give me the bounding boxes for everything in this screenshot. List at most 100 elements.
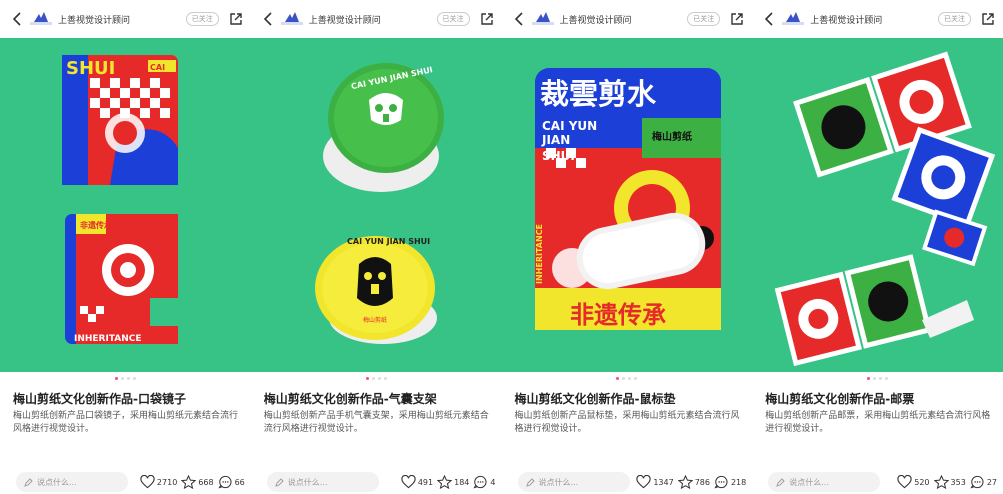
account-name[interactable]: 上善视觉设计顾问 [810,13,932,26]
image-pager [752,377,1003,381]
star-icon [677,475,693,489]
back-icon[interactable] [512,12,526,26]
image-pager [0,377,251,381]
post-image-phone-grip[interactable]: CAI YUN JIAN SHUI CAI YUN JIAN SHUI 梅山剪纸 [250,38,502,372]
bottom-bar: 说点什么... 491 184 4 [251,470,502,494]
comment-count: 218 [730,477,747,487]
pager-dot [622,377,626,380]
comment-input[interactable]: 说点什么... [517,472,630,492]
pager-dot [126,377,130,380]
comment-count: 4 [490,477,496,487]
mirror-text-inheritance: INHERITANCE [74,334,142,344]
like-count: 520 [914,477,930,487]
post-title: 梅山剪纸文化创新作品-鼠标垫 [514,392,676,406]
like-button[interactable]: 2710 [140,475,177,489]
share-icon[interactable] [981,12,995,26]
comment-count: 27 [986,477,997,487]
mirror-text-shui: SHUI [66,58,115,79]
comment-placeholder: 说点什么... [789,477,829,487]
engagement-stats: 491 184 4 [401,475,496,489]
post-description: 梅山剪纸创新产品手机气囊支架，采用梅山剪纸元素结合流行风格进行视觉设计。 [263,411,489,434]
post-title: 梅山剪纸文化创新作品-气囊支架 [263,392,437,406]
account-logo-icon[interactable] [531,11,554,27]
pencil-icon [776,477,785,487]
share-icon[interactable] [480,12,494,26]
pencil-icon [24,477,33,487]
comment-button[interactable]: 218 [714,475,746,489]
pager-dot [628,377,632,380]
account-logo-icon[interactable] [30,11,52,27]
follow-button[interactable]: 已关注 [687,12,721,26]
comment-bubble-icon [473,475,487,489]
account-name[interactable]: 上善视觉设计顾问 [58,13,180,26]
post-panel-phone-grip: 上善视觉设计顾问 已关注 CAI YUN JIAN SHUI CAI YUN J… [250,0,502,494]
collect-button[interactable]: 786 [677,475,710,489]
post-strip: 上善视觉设计顾问 已关注 SHUI CAI INHERITANCE 非遗传承 梅… [0,0,1003,494]
post-description: 梅山剪纸创新产品邮票，采用梅山剪纸元素结合流行风格进行视觉设计。 [765,411,991,434]
engagement-stats: 2710 668 66 [140,475,245,489]
collect-button[interactable]: 668 [181,475,214,489]
heart-icon [140,475,155,489]
comment-input[interactable]: 说点什么... [266,472,379,492]
follow-button[interactable]: 已关注 [436,12,470,26]
pencil-icon [525,477,535,487]
comment-count: 66 [234,477,245,487]
pad-text-caiyun: CAI YUN [542,119,597,133]
account-logo-icon[interactable] [280,11,303,27]
like-button[interactable]: 491 [401,475,433,489]
account-name[interactable]: 上善视觉设计顾问 [560,13,682,26]
top-bar: 上善视觉设计顾问 已关注 [0,0,251,38]
top-bar: 上善视觉设计顾问 已关注 [502,0,753,38]
pager-dot [879,377,883,380]
post-image-mirror[interactable]: SHUI CAI INHERITANCE 非遗传承 [0,38,251,372]
top-bar: 上善视觉设计顾问 已关注 [251,0,502,38]
bottom-bar: 说点什么... 520 353 27 [752,470,1003,494]
engagement-stats: 520 353 27 [897,475,997,489]
like-count: 1347 [653,477,674,487]
like-count: 2710 [156,477,178,487]
pager-dot [120,377,124,380]
post-panel-mouse-pad: 上善视觉设计顾问 已关注 裁雲剪水 CAI YUN JIAN SHUI 梅山剪纸… [501,0,753,494]
comment-button[interactable]: 27 [970,475,997,489]
post-title: 梅山剪纸文化创新作品-邮票 [765,392,915,406]
post-image-mouse-pad[interactable]: 裁雲剪水 CAI YUN JIAN SHUI 梅山剪纸 INHERITANCE … [501,38,753,372]
back-icon[interactable] [10,12,24,26]
pager-dot [867,377,871,380]
collect-button[interactable]: 184 [437,475,469,489]
collect-count: 668 [198,477,214,487]
pad-text-shui: SHUI [542,149,575,163]
image-pager [502,377,753,381]
collect-count: 184 [454,477,470,487]
heart-icon [636,475,651,489]
pad-text-heritage: 非遗传承 [570,301,666,329]
heart-icon [897,475,912,489]
comment-button[interactable]: 66 [217,475,245,489]
comment-input[interactable]: 说点什么... [768,472,881,492]
comment-input[interactable]: 说点什么... [16,472,128,492]
post-title: 梅山剪纸文化创新作品-口袋镜子 [13,392,186,406]
back-icon[interactable] [261,12,275,26]
share-icon[interactable] [229,12,243,26]
comment-button[interactable]: 4 [473,475,496,489]
pager-dot [132,377,136,380]
collect-button[interactable]: 353 [933,475,966,489]
like-button[interactable]: 1347 [636,475,674,489]
pad-text-meishan: 梅山剪纸 [652,130,692,143]
back-icon[interactable] [762,12,776,26]
star-icon [181,475,197,489]
comment-bubble-icon [970,475,984,489]
post-description: 梅山剪纸创新产品鼠标垫，采用梅山剪纸元素结合流行风格进行视觉设计。 [514,411,740,434]
share-icon[interactable] [730,12,744,26]
like-button[interactable]: 520 [897,475,930,489]
account-name[interactable]: 上善视觉设计顾问 [309,13,431,26]
image-pager [251,377,502,381]
follow-button[interactable]: 已关注 [938,12,971,26]
comment-bubble-icon [714,475,728,489]
mirror-text-heritage: 非遗传承 [80,220,112,230]
account-logo-icon[interactable] [782,11,805,27]
post-image-stamps[interactable] [752,38,1003,372]
comment-placeholder: 说点什么... [37,477,77,487]
comment-placeholder: 说点什么... [538,477,579,487]
bottom-bar: 说点什么... 1347 786 218 [502,470,753,494]
follow-button[interactable]: 已关注 [185,12,219,26]
